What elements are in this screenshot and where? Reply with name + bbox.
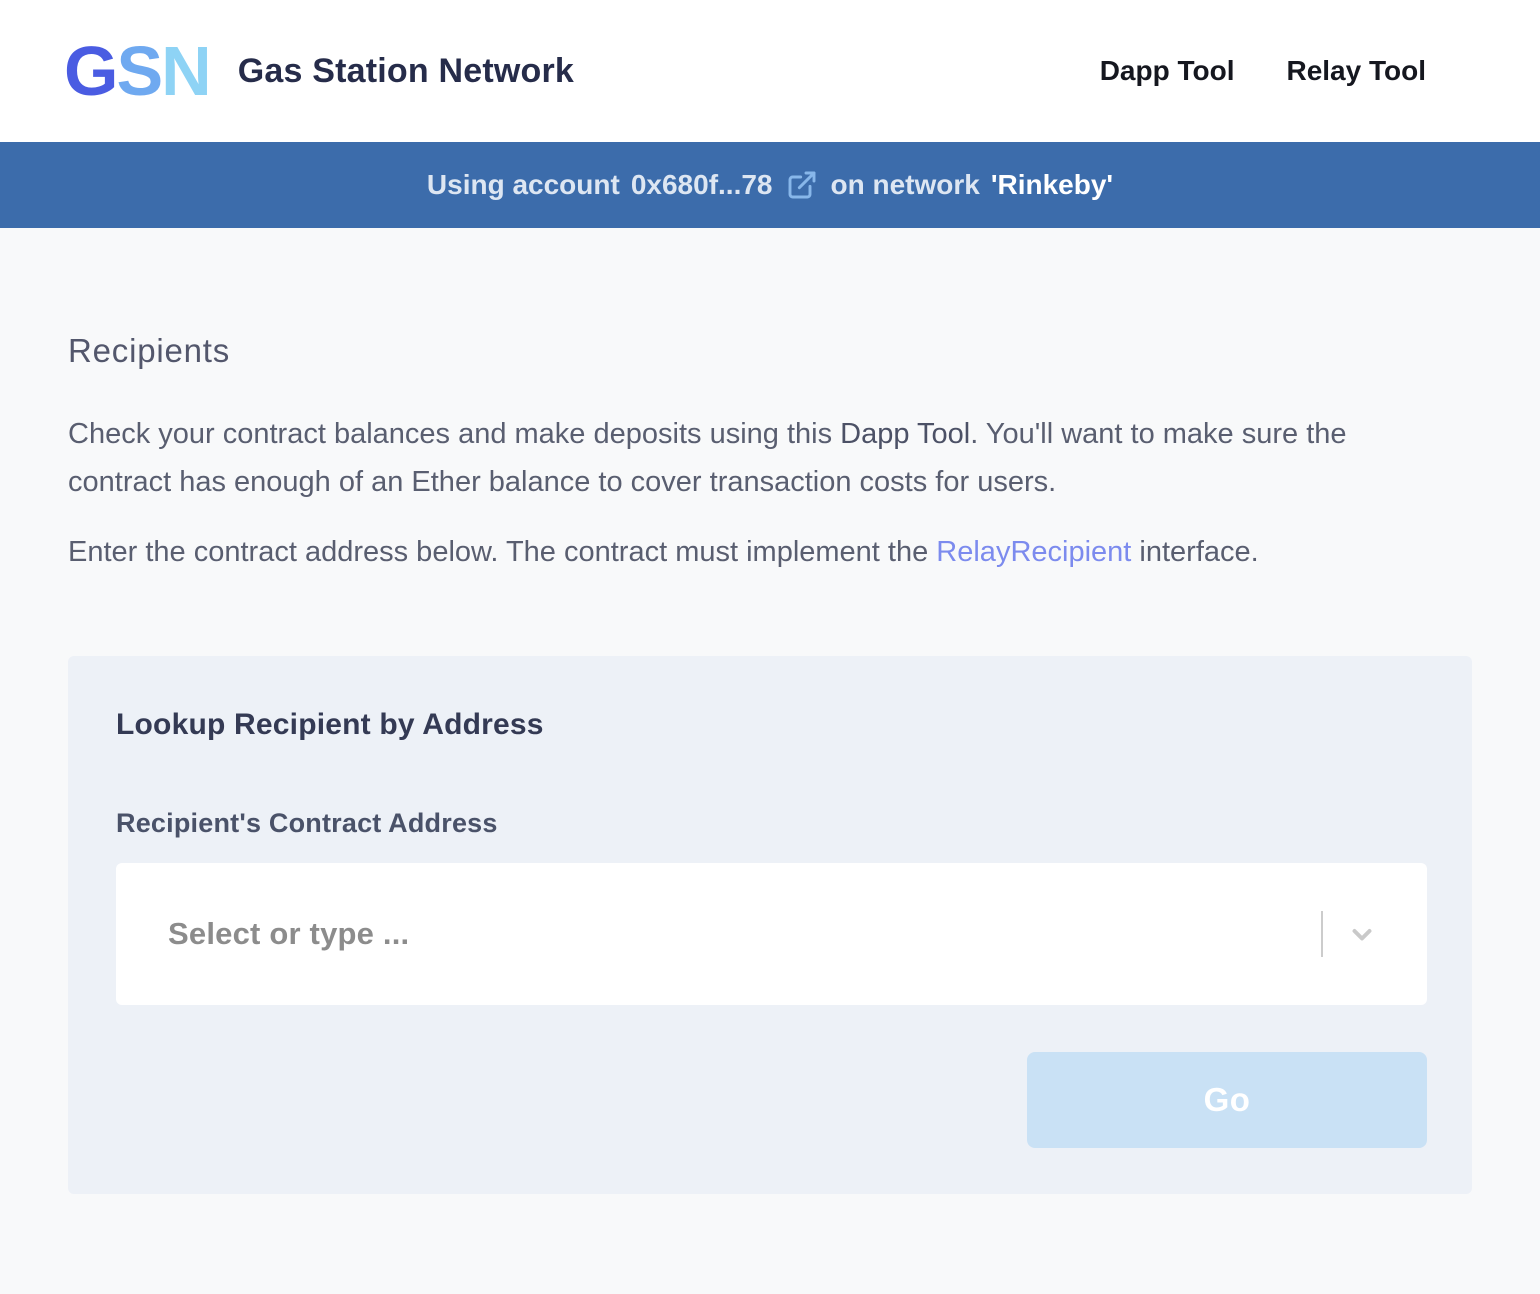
contract-address-select[interactable]: Select or type ... [116,863,1427,1005]
main-content: Recipients Check your contract balances … [0,332,1540,1194]
app-title: Gas Station Network [238,52,574,91]
intro-text-start: Check your contract balances and make de… [68,418,840,450]
banner-prefix: Using account [427,169,620,201]
gsn-logo[interactable]: GSN [64,36,210,106]
logo-letter-s: S [116,32,161,110]
external-link-icon[interactable] [786,169,818,201]
instruction-paragraph: Enter the contract address below. The co… [68,528,1436,576]
select-placeholder: Select or type ... [116,916,1321,952]
card-title: Lookup Recipient by Address [116,708,1427,742]
account-banner: Using account 0x680f...78 on network 'Ri… [0,142,1540,228]
app-header: GSN Gas Station Network Dapp Tool Relay … [0,0,1540,142]
logo-letter-n: N [161,32,210,110]
page-title: Recipients [68,332,1472,370]
contract-address-label: Recipient's Contract Address [116,808,1427,839]
network-name: 'Rinkeby' [991,169,1113,201]
go-button[interactable]: Go [1027,1052,1427,1148]
instruction-text-start: Enter the contract address below. The co… [68,536,936,568]
relay-recipient-link[interactable]: RelayRecipient [936,536,1131,568]
banner-network-label: on network [831,169,980,201]
dapp-tool-mention: Dapp Tool [840,418,970,450]
instruction-text-end: interface. [1131,536,1258,568]
nav-relay-tool[interactable]: Relay Tool [1286,55,1426,87]
intro-paragraph: Check your contract balances and make de… [68,410,1436,506]
logo-letter-g: G [64,32,116,110]
main-nav: Dapp Tool Relay Tool [1100,55,1476,87]
lookup-card: Lookup Recipient by Address Recipient's … [68,656,1472,1194]
chevron-down-icon[interactable] [1341,916,1383,952]
go-button-row: Go [116,1052,1427,1148]
nav-dapp-tool[interactable]: Dapp Tool [1100,55,1235,87]
account-address: 0x680f...78 [631,169,773,201]
select-separator [1321,911,1323,957]
